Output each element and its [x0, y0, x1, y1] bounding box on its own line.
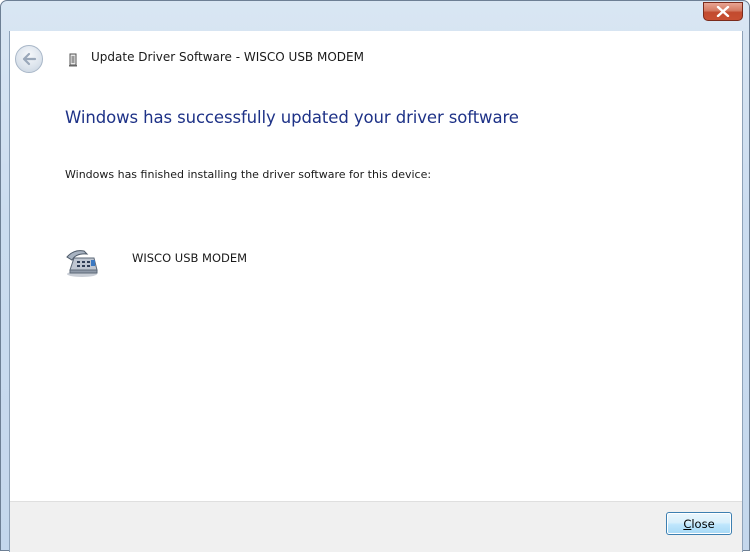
dialog-header: Update Driver Software - WISCO USB MODEM [10, 31, 742, 87]
window-close-button[interactable] [703, 2, 743, 21]
close-button-mnemonic: C [683, 516, 692, 531]
close-icon [716, 6, 730, 17]
usb-device-icon [69, 53, 77, 67]
dialog-title: Update Driver Software - WISCO USB MODEM [91, 50, 364, 64]
dialog-window: Update Driver Software - WISCO USB MODEM… [0, 0, 750, 552]
success-headline: Windows has successfully updated your dr… [65, 108, 519, 127]
install-description: Windows has finished installing the driv… [65, 168, 432, 181]
back-button[interactable] [15, 45, 43, 73]
close-button[interactable]: Close [666, 512, 732, 535]
modem-phone-icon [66, 250, 98, 277]
back-arrow-icon [22, 52, 37, 66]
dialog-footer: Close [10, 501, 742, 552]
dialog-client-area: Update Driver Software - WISCO USB MODEM… [9, 31, 743, 552]
device-name: WISCO USB MODEM [132, 251, 248, 265]
close-button-label: lose [691, 516, 715, 531]
